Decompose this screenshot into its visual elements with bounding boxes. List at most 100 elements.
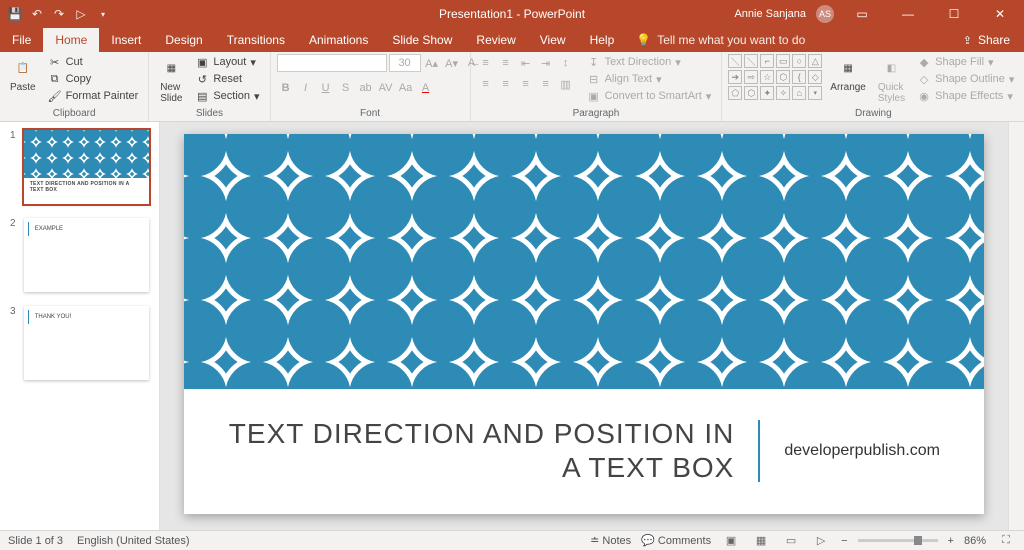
shape-callout[interactable]: ◇: [808, 70, 822, 84]
save-icon[interactable]: 💾: [8, 7, 22, 21]
shape-more2[interactable]: ⬡: [744, 86, 758, 100]
shape-rect[interactable]: ▭: [776, 54, 790, 68]
slide-thumbnail-1[interactable]: TEXT DIRECTION AND POSITION IN A TEXT BO…: [24, 130, 149, 204]
align-center-button[interactable]: ≡: [497, 75, 515, 93]
zoom-out-button[interactable]: −: [841, 535, 847, 547]
line-spacing-button[interactable]: ↕: [557, 54, 575, 72]
bullets-button[interactable]: ≡: [477, 54, 495, 72]
slideshow-view-icon[interactable]: ▷: [811, 533, 831, 549]
shape-more5[interactable]: ⌂: [792, 86, 806, 100]
strikethrough-button[interactable]: S: [337, 79, 355, 97]
tab-file[interactable]: File: [0, 28, 43, 52]
align-text-button[interactable]: ⊟Align Text ▾: [583, 71, 716, 87]
tab-home[interactable]: Home: [43, 28, 99, 52]
quick-styles-button[interactable]: ◧ Quick Styles: [874, 54, 909, 106]
shape-arrow2[interactable]: ⇨: [744, 70, 758, 84]
slide-sorter-view-icon[interactable]: ▦: [751, 533, 771, 549]
shape-triangle[interactable]: △: [808, 54, 822, 68]
shape-fill-button[interactable]: ◆Shape Fill ▾: [913, 54, 1018, 70]
layout-button[interactable]: ▣Layout ▾: [191, 54, 263, 70]
arrange-button[interactable]: ▦ Arrange: [826, 54, 870, 95]
comments-button[interactable]: 💬 Comments: [641, 534, 711, 547]
tab-review[interactable]: Review: [464, 28, 527, 52]
ribbon-display-options-icon[interactable]: ▭: [844, 0, 880, 28]
shape-outline-button[interactable]: ◇Shape Outline ▾: [913, 71, 1018, 87]
undo-icon[interactable]: ↶: [30, 7, 44, 21]
change-case-button[interactable]: Aa: [397, 79, 415, 97]
tab-slideshow[interactable]: Slide Show: [380, 28, 464, 52]
slide-thumbnail-3[interactable]: THANK YOU!: [24, 306, 149, 380]
copy-button[interactable]: ⧉Copy: [44, 71, 143, 87]
shape-hex[interactable]: ⬡: [776, 70, 790, 84]
vertical-scrollbar[interactable]: [1008, 122, 1024, 530]
language-indicator[interactable]: English (United States): [77, 535, 190, 547]
font-color-button[interactable]: A: [417, 79, 435, 97]
font-name-input[interactable]: [277, 54, 387, 72]
reading-view-icon[interactable]: ▭: [781, 533, 801, 549]
shape-effects-button[interactable]: ◉Shape Effects ▾: [913, 88, 1018, 104]
normal-view-icon[interactable]: ▣: [721, 533, 741, 549]
font-size-input[interactable]: [389, 54, 421, 72]
justify-button[interactable]: ≡: [537, 75, 555, 93]
shape-more1[interactable]: ⬠: [728, 86, 742, 100]
shape-more3[interactable]: ✦: [760, 86, 774, 100]
share-button[interactable]: ⇪ Share: [949, 28, 1024, 52]
tab-help[interactable]: Help: [578, 28, 627, 52]
cut-button[interactable]: ✂Cut: [44, 54, 143, 70]
columns-button[interactable]: ▥: [557, 75, 575, 93]
bold-button[interactable]: B: [277, 79, 295, 97]
shapes-more-icon[interactable]: ▾: [808, 86, 822, 100]
zoom-slider[interactable]: [858, 539, 938, 542]
fit-to-window-icon[interactable]: ⛶: [996, 533, 1016, 549]
text-direction-button[interactable]: ↧Text Direction ▾: [583, 54, 716, 70]
paste-button[interactable]: 📋 Paste: [6, 54, 40, 95]
close-icon[interactable]: ✕: [982, 0, 1018, 28]
text-shadow-button[interactable]: ab: [357, 79, 375, 97]
start-from-beginning-icon[interactable]: ▷: [74, 7, 88, 21]
shape-line3[interactable]: ⌐: [760, 54, 774, 68]
zoom-level[interactable]: 86%: [964, 535, 986, 547]
customize-qat-icon[interactable]: ▾: [96, 7, 110, 21]
tab-transitions[interactable]: Transitions: [215, 28, 297, 52]
shape-line2[interactable]: ＼: [744, 54, 758, 68]
notes-button[interactable]: ≐ Notes: [590, 534, 631, 547]
tell-me-search[interactable]: 💡 Tell me what you want to do: [626, 28, 815, 52]
maximize-icon[interactable]: ☐: [936, 0, 972, 28]
shape-more4[interactable]: ✧: [776, 86, 790, 100]
shape-oval[interactable]: ○: [792, 54, 806, 68]
character-spacing-button[interactable]: AV: [377, 79, 395, 97]
shape-arrow[interactable]: ➔: [728, 70, 742, 84]
shapes-gallery[interactable]: ＼＼⌐▭○△ ➔⇨☆⬡{◇ ⬠⬡✦✧⌂▾: [728, 54, 822, 100]
tab-view[interactable]: View: [528, 28, 578, 52]
user-avatar[interactable]: AS: [816, 5, 834, 23]
decrease-indent-button[interactable]: ⇤: [517, 54, 535, 72]
underline-button[interactable]: U: [317, 79, 335, 97]
slide-subtitle[interactable]: developerpublish.com: [784, 442, 940, 460]
format-painter-button[interactable]: 🖌Format Painter: [44, 88, 143, 104]
decrease-font-icon[interactable]: A▾: [443, 54, 461, 72]
convert-smartart-button[interactable]: ▣Convert to SmartArt ▾: [583, 88, 716, 104]
slide-title[interactable]: TEXT DIRECTION AND POSITION IN A TEXT BO…: [228, 417, 734, 484]
increase-font-icon[interactable]: A▴: [423, 54, 441, 72]
tab-insert[interactable]: Insert: [99, 28, 153, 52]
minimize-icon[interactable]: —: [890, 0, 926, 28]
increase-indent-button[interactable]: ⇥: [537, 54, 555, 72]
shape-star[interactable]: ☆: [760, 70, 774, 84]
shape-line[interactable]: ＼: [728, 54, 742, 68]
user-name[interactable]: Annie Sanjana: [734, 8, 806, 20]
align-right-button[interactable]: ≡: [517, 75, 535, 93]
shape-brace[interactable]: {: [792, 70, 806, 84]
section-button[interactable]: ▤Section ▾: [191, 88, 263, 104]
align-left-button[interactable]: ≡: [477, 75, 495, 93]
numbering-button[interactable]: ≡: [497, 54, 515, 72]
new-slide-button[interactable]: ▦ New Slide: [155, 54, 187, 106]
current-slide[interactable]: TEXT DIRECTION AND POSITION IN A TEXT BO…: [184, 134, 984, 514]
slide-thumbnail-2[interactable]: EXAMPLE: [24, 218, 149, 292]
zoom-in-button[interactable]: +: [948, 535, 954, 547]
reset-button[interactable]: ↺Reset: [191, 71, 263, 87]
italic-button[interactable]: I: [297, 79, 315, 97]
redo-icon[interactable]: ↷: [52, 7, 66, 21]
tab-animations[interactable]: Animations: [297, 28, 380, 52]
slide-counter[interactable]: Slide 1 of 3: [8, 535, 63, 547]
tab-design[interactable]: Design: [153, 28, 214, 52]
